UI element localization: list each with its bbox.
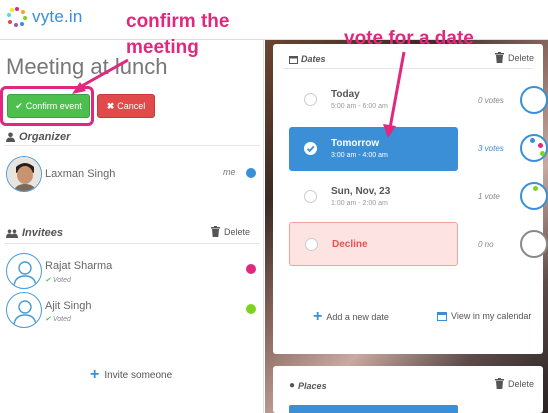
place-option[interactable]: [289, 405, 458, 413]
avatar-placeholder-icon: [6, 292, 42, 328]
delete-places-link[interactable]: Delete: [495, 378, 534, 389]
close-icon: ✖: [106, 100, 115, 111]
date-option-decline[interactable]: Decline: [289, 222, 458, 266]
radio-button[interactable]: [305, 238, 318, 251]
vote-indicator: [520, 134, 548, 162]
logo[interactable]: vyte.in: [6, 6, 83, 28]
annotation-line: meeting: [126, 37, 199, 58]
invite-someone-button[interactable]: + Invite someone: [90, 366, 173, 383]
organizer-label: Organizer: [19, 131, 71, 143]
delete-label: Delete: [508, 52, 535, 63]
dates-heading: Dates: [289, 54, 326, 64]
invitee-color-dot: [246, 264, 256, 274]
avatar-placeholder-icon: [6, 253, 42, 289]
map-marker-icon: ●: [289, 380, 296, 391]
places-label: Places: [298, 380, 327, 391]
annotation-line: confirm the: [126, 11, 230, 32]
organizer-color-dot: [246, 168, 256, 178]
user-icon: [6, 132, 15, 142]
date-option-title: Decline: [332, 239, 368, 250]
invitee-name: Rajat Sharma: [45, 260, 113, 272]
confirm-event-label: Confirm event: [25, 101, 82, 111]
add-new-date-button[interactable]: + Add a new date: [313, 308, 389, 325]
date-option-time: 3:00 am - 4:00 am: [331, 152, 388, 159]
date-option-title: Tomorrow: [331, 138, 380, 149]
date-option-time: 1:00 am - 2:00 am: [331, 200, 388, 207]
date-option-time: 5:00 am - 6:00 am: [331, 103, 388, 110]
plus-icon: +: [313, 308, 323, 325]
invite-label: Invite someone: [104, 369, 173, 381]
date-option-today[interactable]: Today 5:00 am - 6:00 am: [289, 78, 458, 122]
radio-button[interactable]: [304, 93, 317, 106]
trash-icon: [495, 52, 504, 63]
calendar-icon: [289, 55, 298, 64]
invitee-name: Ajit Singh: [45, 300, 92, 312]
add-date-label: Add a new date: [326, 312, 389, 322]
organizer-heading: Organizer: [6, 131, 70, 143]
invitee-row: [6, 292, 42, 328]
users-icon: [6, 229, 18, 238]
check-icon: ✔: [45, 277, 51, 284]
voted-label: Voted: [52, 316, 71, 323]
delete-dates-link[interactable]: Delete: [495, 52, 534, 63]
voter-dot: [533, 186, 538, 191]
logo-text: vyte.in: [32, 7, 83, 26]
delete-label: Delete: [508, 378, 535, 389]
vote-count: 3 votes: [478, 144, 504, 153]
delete-invitees-link[interactable]: Delete: [211, 226, 250, 237]
date-option-title: Today: [331, 89, 360, 100]
divider: [283, 68, 533, 69]
vote-indicator: [520, 230, 548, 258]
check-icon: ✔: [15, 100, 23, 111]
radio-button[interactable]: [304, 142, 317, 155]
divider: [4, 243, 260, 244]
voter-dot: [540, 151, 545, 156]
organizer-row: [6, 156, 42, 192]
view-calendar-button[interactable]: View in my calendar: [437, 311, 531, 321]
confirm-event-button[interactable]: ✔ Confirm event: [7, 94, 90, 118]
me-tag: me: [223, 167, 236, 177]
trash-icon: [211, 226, 220, 237]
invitee-color-dot: [246, 304, 256, 314]
vote-count: 0 no: [478, 240, 494, 249]
invitee-row: [6, 253, 42, 289]
check-icon: ✔: [45, 316, 51, 323]
cancel-button[interactable]: ✖ Cancel: [97, 94, 155, 118]
radio-button[interactable]: [304, 190, 317, 203]
delete-label: Delete: [224, 226, 251, 237]
trash-icon: [495, 378, 504, 389]
invitees-heading: Invitees: [6, 227, 63, 239]
avatar: [6, 156, 42, 192]
voted-label: Voted: [52, 277, 71, 284]
vote-count: 1 vote: [478, 192, 500, 201]
vote-indicator: [520, 86, 548, 114]
places-heading: ● Places: [289, 380, 327, 391]
annotation-confirm: confirm the meeting: [126, 9, 229, 61]
vote-indicator: [520, 182, 548, 210]
cancel-label: Cancel: [117, 101, 146, 111]
dates-label: Dates: [301, 54, 326, 64]
calendar-icon: [437, 312, 447, 321]
vote-count: 0 votes: [478, 96, 504, 105]
check-icon: [306, 145, 315, 153]
voter-dot: [530, 138, 535, 143]
invitee-status: ✔ Voted: [45, 315, 71, 323]
date-option-title: Sun, Nov, 23: [331, 186, 391, 197]
calendar-label: View in my calendar: [451, 311, 532, 321]
annotation-vote: vote for a date: [344, 28, 474, 49]
voter-dot: [538, 143, 543, 148]
invitee-status: ✔ Voted: [45, 276, 71, 284]
organizer-name: Laxman Singh: [45, 168, 116, 180]
date-option-tomorrow[interactable]: Tomorrow 3:00 am - 4:00 am: [289, 127, 458, 171]
date-option-sun-nov-23[interactable]: Sun, Nov, 23 1:00 am - 2:00 am: [289, 175, 458, 219]
plus-icon: +: [90, 366, 100, 383]
vyte-logo-icon: [7, 7, 27, 27]
meeting-panel: Meeting at lunch ✔ Confirm event ✖ Cance…: [0, 40, 264, 413]
divider: [4, 145, 260, 146]
invitees-label: Invitees: [22, 227, 63, 239]
